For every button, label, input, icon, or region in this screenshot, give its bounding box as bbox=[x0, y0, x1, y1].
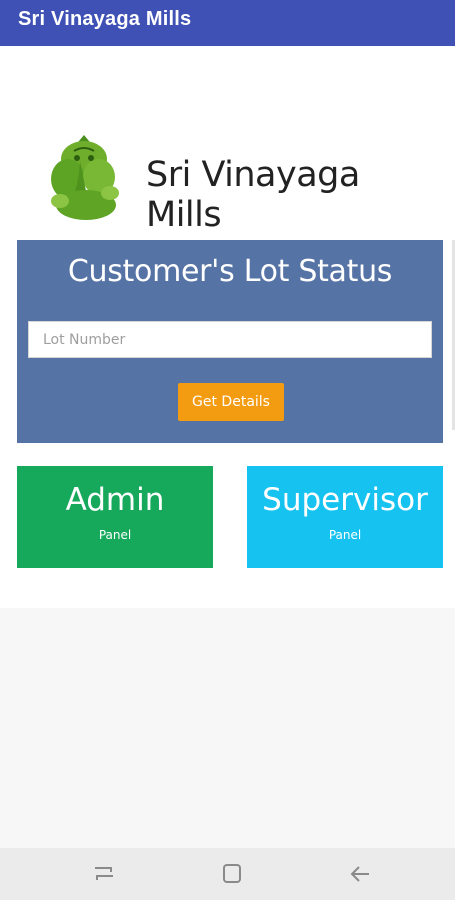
back-icon[interactable] bbox=[345, 860, 375, 888]
main-content: Sri Vinayaga Mills Customer's Lot Status… bbox=[0, 46, 455, 608]
ganesha-logo-icon bbox=[51, 135, 119, 220]
admin-panel-subtitle: Panel bbox=[98, 528, 132, 542]
get-details-button[interactable]: Get Details bbox=[178, 383, 284, 421]
supervisor-panel-button[interactable]: Supervisor Panel bbox=[247, 466, 443, 568]
admin-panel-title: Admin bbox=[65, 482, 165, 518]
admin-panel-button[interactable]: Admin Panel bbox=[17, 466, 213, 568]
system-nav-bar bbox=[0, 848, 455, 900]
brand-title: Sri Vinayaga Mills bbox=[146, 155, 360, 235]
home-icon[interactable] bbox=[217, 860, 247, 888]
lot-status-title: Customer's Lot Status bbox=[67, 254, 393, 289]
supervisor-panel-title: Supervisor bbox=[262, 482, 428, 518]
lot-number-input[interactable] bbox=[28, 321, 432, 358]
lot-status-card: Customer's Lot Status Get Details bbox=[17, 240, 443, 443]
app-bar: Sri Vinayaga Mills bbox=[0, 0, 455, 46]
recent-apps-icon[interactable] bbox=[89, 860, 119, 888]
app-bar-title: Sri Vinayaga Mills bbox=[18, 8, 192, 30]
supervisor-panel-subtitle: Panel bbox=[328, 528, 362, 542]
brand-header: Sri Vinayaga Mills bbox=[44, 131, 444, 235]
